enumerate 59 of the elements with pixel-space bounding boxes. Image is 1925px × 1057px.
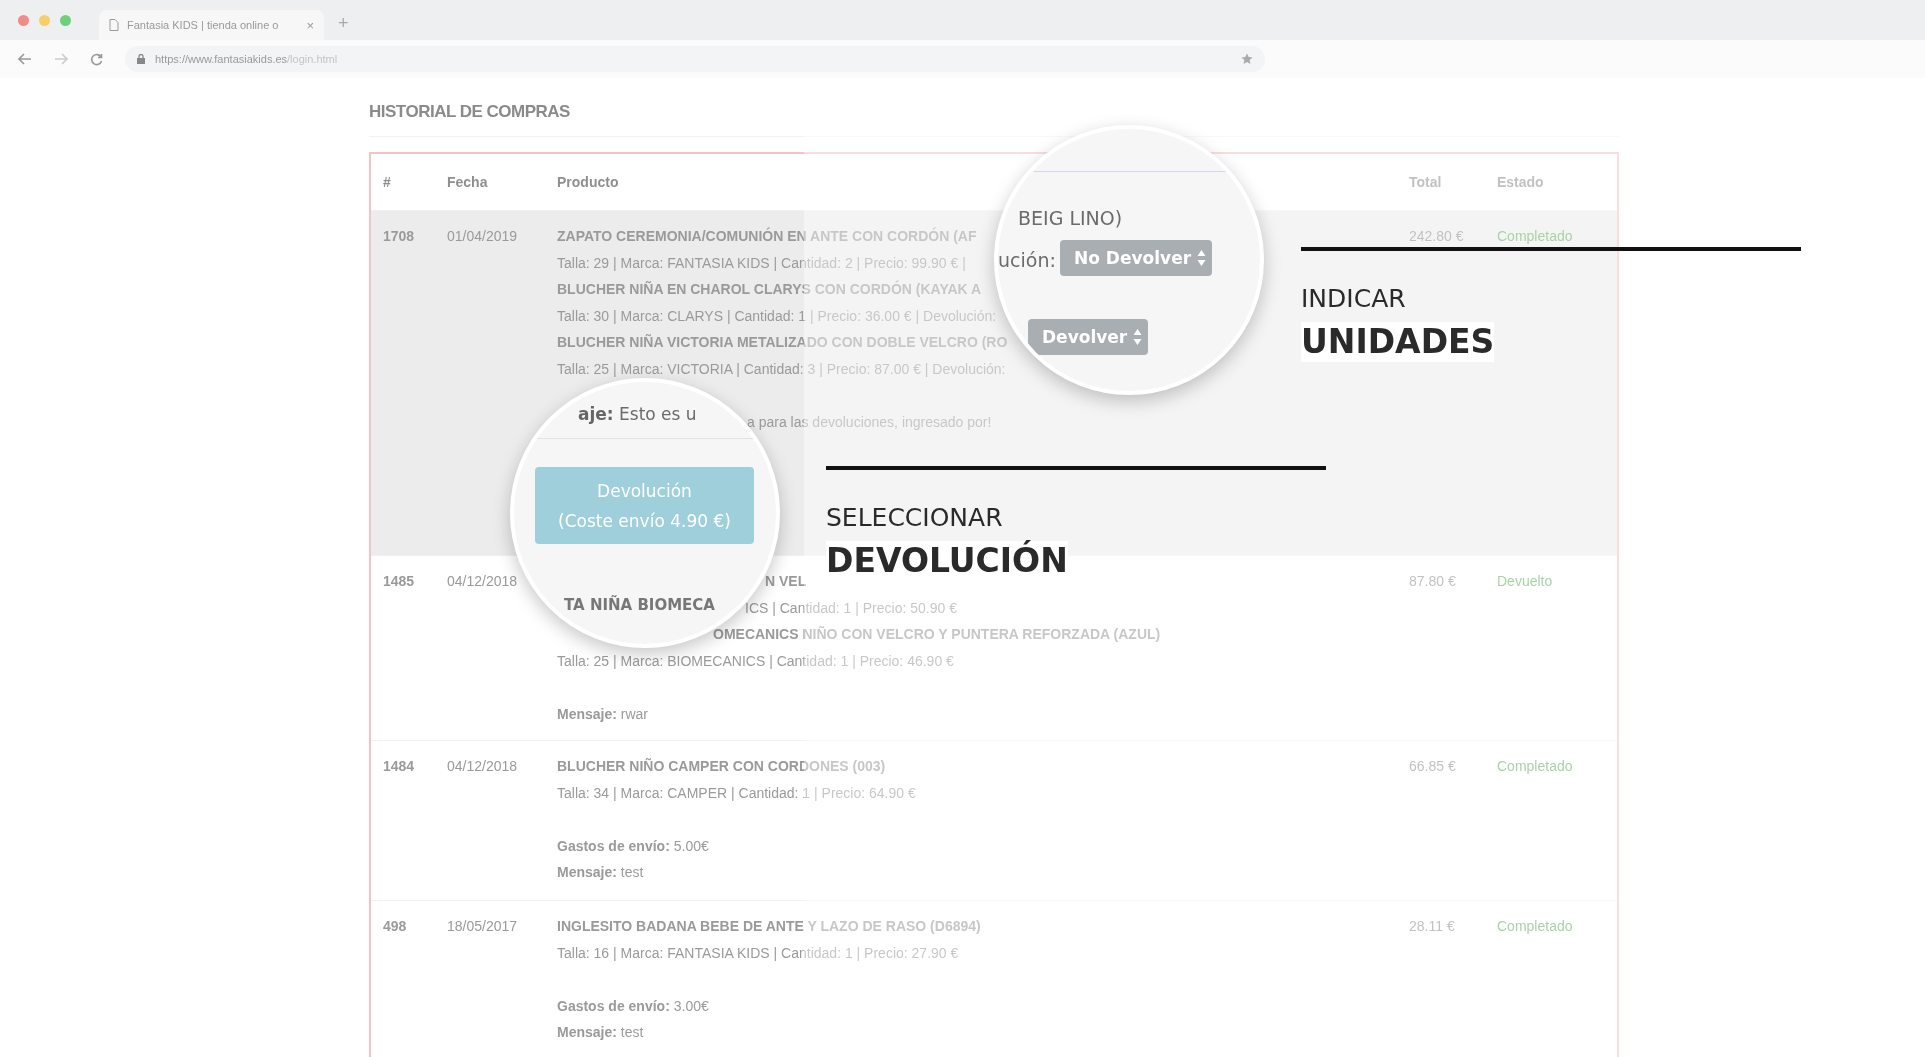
- product-name: BLUCHER NIÑO CAMPER CON CORDONES (003): [557, 757, 886, 776]
- order-date: 18/05/2017: [447, 917, 519, 936]
- sort-arrows-icon: [1197, 249, 1207, 267]
- callout-emphasis: UNIDADES: [1301, 322, 1495, 362]
- order-status: Completado: [1497, 757, 1574, 776]
- order-number: 1708: [383, 227, 416, 246]
- field-label: ución:: [998, 249, 1056, 271]
- product-details: Talla: 25 | Marca: BIOMECANICS | Cantidad: 1 | Precio: 46.90 €: [557, 651, 954, 671]
- reload-icon[interactable]: [90, 52, 103, 66]
- order-total: 87.80 €: [1409, 572, 1457, 591]
- callout-title: INDICAR: [1301, 284, 1406, 314]
- order-note: Mensaje: rwar: [557, 704, 649, 724]
- product-details: Talla: 16 | Marca: FANTASIA KIDS | Cantidad: 1 | Precio: 27.90 €: [557, 943, 959, 963]
- product-name: OMECANICS NIÑO CON VELCRO Y PUNTERA REFORZADA (AZUL): [713, 625, 1161, 644]
- order-note: Gastos de envío: 3.00€: [557, 996, 709, 1016]
- order-total: 66.85 €: [1409, 757, 1457, 776]
- order-total: 28.11 €: [1409, 917, 1456, 936]
- return-select[interactable]: No Devolver: [1060, 240, 1213, 276]
- star-icon[interactable]: [1241, 53, 1253, 65]
- order-number: 1485: [383, 572, 416, 591]
- close-window-icon[interactable]: [18, 14, 29, 26]
- product-name: N VEL: [765, 572, 807, 591]
- order-date: 04/12/2018: [447, 757, 519, 776]
- browser-tab[interactable]: Fantasia KIDS | tienda online o ×: [99, 10, 324, 40]
- order-date: 04/12/2018: [447, 572, 519, 591]
- order-date: 01/04/2019: [447, 227, 519, 246]
- product-name: INGLESITO BADANA BEBE DE ANTE Y LAZO DE RASO (D6894): [557, 917, 981, 936]
- lock-icon: [137, 54, 145, 64]
- maximize-window-icon[interactable]: [60, 14, 71, 26]
- order-number: 498: [383, 917, 408, 936]
- order-note: Mensaje: test: [557, 863, 644, 882]
- return-select[interactable]: Devolver: [1028, 319, 1149, 355]
- product-name: TA NIÑA BIOMECA: [564, 596, 715, 614]
- back-icon[interactable]: [18, 53, 32, 65]
- product-details: ICS | Cantidad: 1 | Precio: 50.90 €: [745, 598, 957, 618]
- new-tab-button[interactable]: +: [338, 13, 349, 34]
- callout-title: SELECCIONAR: [826, 503, 1003, 533]
- minimize-window-icon[interactable]: [39, 14, 50, 26]
- order-note: Gastos de envío: 5.00€: [557, 836, 709, 856]
- message-text: aje: Esto es u: [578, 404, 697, 424]
- product-details: Talla: 34 | Marca: CAMPER | Cantidad: 1 | Precio: 64.90 €: [557, 783, 916, 803]
- order-number: 1484: [383, 757, 416, 776]
- column-header: Total: [1409, 174, 1443, 190]
- page-icon: [109, 19, 119, 31]
- order-status: Completado: [1497, 917, 1574, 936]
- tab-title: Fantasia KIDS | tienda online o: [127, 19, 280, 31]
- sort-arrows-icon: [1133, 328, 1143, 346]
- order-status: Devuelto: [1497, 572, 1554, 591]
- order-note: Mensaje: test: [557, 1023, 644, 1042]
- column-header: Fecha: [447, 174, 489, 190]
- column-header: Estado: [1497, 174, 1545, 190]
- order-status: Completado: [1497, 227, 1574, 246]
- column-header: #: [383, 174, 392, 190]
- return-button[interactable]: Devolución (Coste envío 4.90 €): [535, 467, 754, 544]
- product-name: BEIG LINO): [1018, 207, 1123, 229]
- page-heading: HISTORIAL DE COMPRAS: [369, 102, 570, 123]
- close-tab-icon[interactable]: ×: [306, 17, 314, 33]
- forward-icon[interactable]: [54, 53, 68, 65]
- column-header: Producto: [557, 174, 620, 190]
